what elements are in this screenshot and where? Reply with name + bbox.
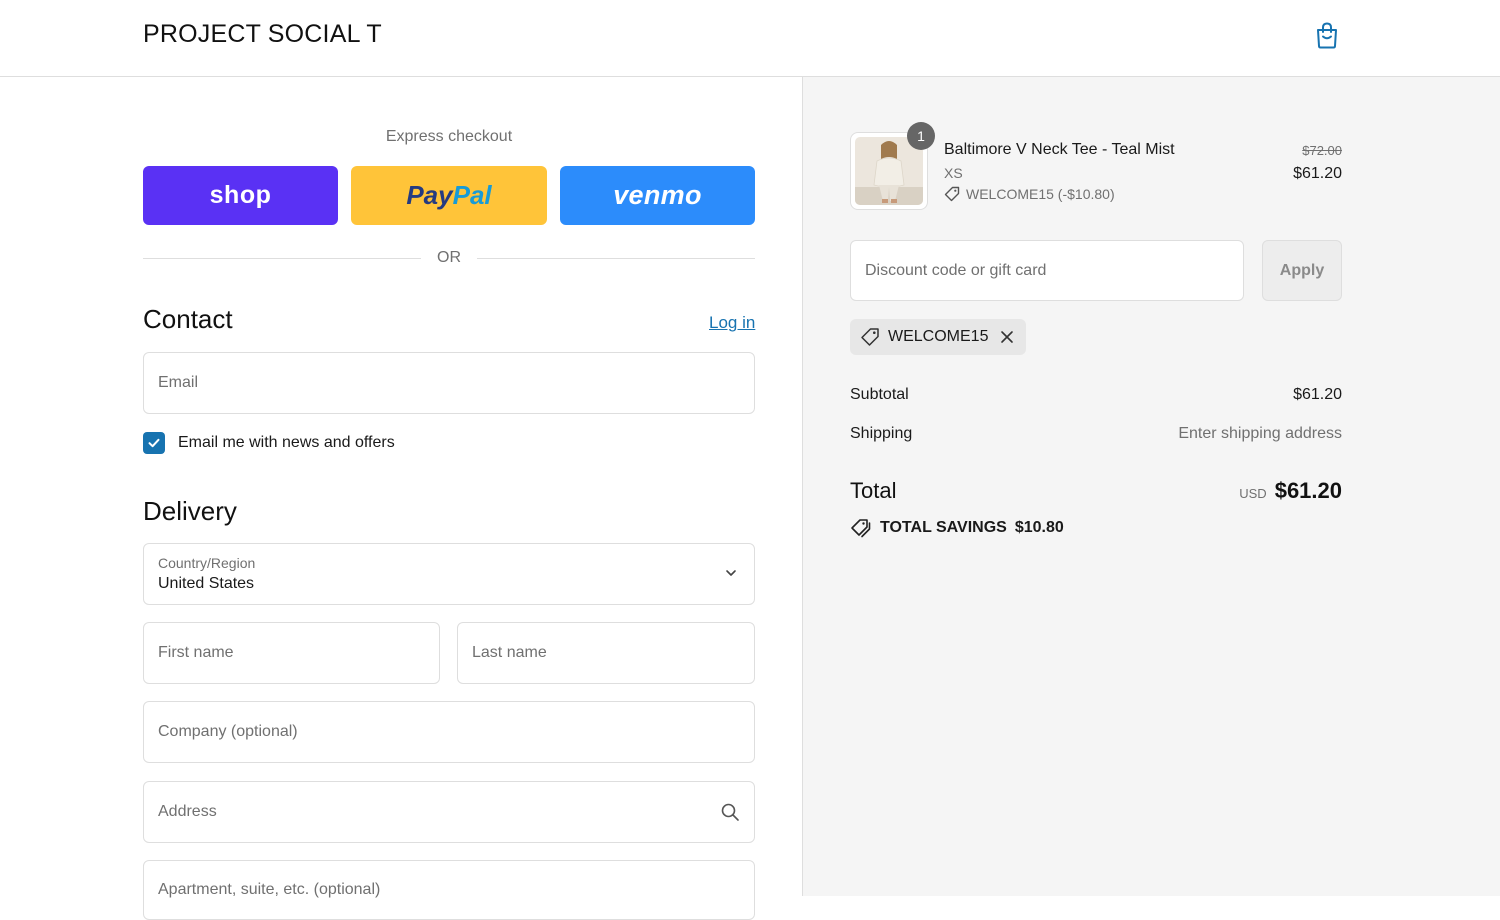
venmo-label: venmo [613, 180, 702, 210]
shopping-bag-icon [1317, 22, 1337, 49]
applied-discount-code: WELCOME15 [888, 328, 989, 345]
brand-logo[interactable]: PROJECT SOCIAL T [143, 20, 382, 49]
contact-title: Contact [143, 304, 233, 334]
company-field[interactable] [158, 723, 740, 741]
apartment-field[interactable] [158, 881, 740, 899]
search-icon[interactable] [720, 802, 740, 822]
apartment-wrapper [143, 860, 755, 920]
subtotal-value: $61.20 [1293, 386, 1342, 403]
paypal-button[interactable]: PayPal [351, 166, 547, 225]
address-wrapper [143, 781, 755, 843]
checkout-form: Express checkout shop PayPal venmo OR Co… [0, 77, 803, 920]
total-amount: $61.20 [1274, 478, 1342, 503]
delivery-title: Delivery [143, 496, 237, 526]
newsletter-checkbox[interactable] [143, 432, 165, 454]
quantity-badge: 1 [907, 122, 935, 150]
cart-button[interactable] [1312, 19, 1342, 51]
last-name-wrapper [457, 622, 755, 684]
apply-button[interactable]: Apply [1262, 240, 1342, 301]
subtotal-label: Subtotal [850, 386, 909, 403]
divider-line-right [477, 258, 755, 259]
first-name-wrapper [143, 622, 440, 684]
discount-code-field[interactable] [865, 261, 1229, 280]
applied-discount-chip: WELCOME15 [850, 319, 1027, 355]
shipping-label: Shipping [850, 425, 913, 442]
country-select[interactable]: Country/Region United States [143, 543, 755, 605]
remove-discount-button[interactable] [1000, 330, 1014, 344]
login-link[interactable]: Log in [709, 313, 755, 333]
first-name-field[interactable] [158, 644, 425, 662]
company-wrapper [143, 701, 755, 763]
shop-pay-label: shop [209, 181, 272, 209]
product-variant: XS [944, 165, 963, 181]
country-value: United States [158, 575, 255, 592]
product-discount-text: WELCOME15 (-$10.80) [966, 186, 1115, 202]
total-currency: USD [1239, 486, 1267, 501]
last-name-field[interactable] [472, 644, 740, 662]
chevron-down-icon [726, 570, 736, 576]
address-field[interactable] [158, 803, 740, 821]
close-icon [1001, 331, 1014, 343]
email-field[interactable] [158, 374, 740, 392]
header: PROJECT SOCIAL T [0, 0, 1500, 77]
venmo-button[interactable]: venmo [560, 166, 755, 225]
tag-icon [944, 186, 960, 202]
checkmark-icon [148, 438, 160, 448]
shop-pay-button[interactable]: shop [143, 166, 338, 225]
price-final: $61.20 [1293, 165, 1342, 182]
country-label: Country/Region [158, 555, 256, 571]
savings-label: TOTAL SAVINGS [880, 519, 1007, 536]
total-label: Total [850, 478, 897, 503]
newsletter-row: Email me with news and offers [143, 431, 395, 455]
or-divider: OR [143, 247, 755, 271]
product-discount: WELCOME15 (-$10.80) [944, 186, 1115, 202]
product-name: Baltimore V Neck Tee - Teal Mist [944, 141, 1175, 158]
total-savings: TOTAL SAVINGS $10.80 [850, 518, 1064, 538]
savings-value: $10.80 [1014, 519, 1064, 536]
tags-icon [851, 519, 871, 538]
discount-field-wrapper [850, 240, 1244, 301]
total-value-group: USD $61.20 [1239, 478, 1342, 504]
paypal-label: PayPal [406, 180, 492, 210]
tag-icon [861, 328, 879, 346]
price-original: $72.00 [1302, 143, 1342, 158]
express-checkout-title: Express checkout [385, 128, 513, 145]
newsletter-label: Email me with news and offers [178, 434, 395, 451]
order-summary: 1 Baltimore V Neck Tee - Teal Mist XS WE… [803, 77, 1500, 896]
shipping-value: Enter shipping address [1178, 425, 1342, 442]
email-field-wrapper [143, 352, 755, 414]
